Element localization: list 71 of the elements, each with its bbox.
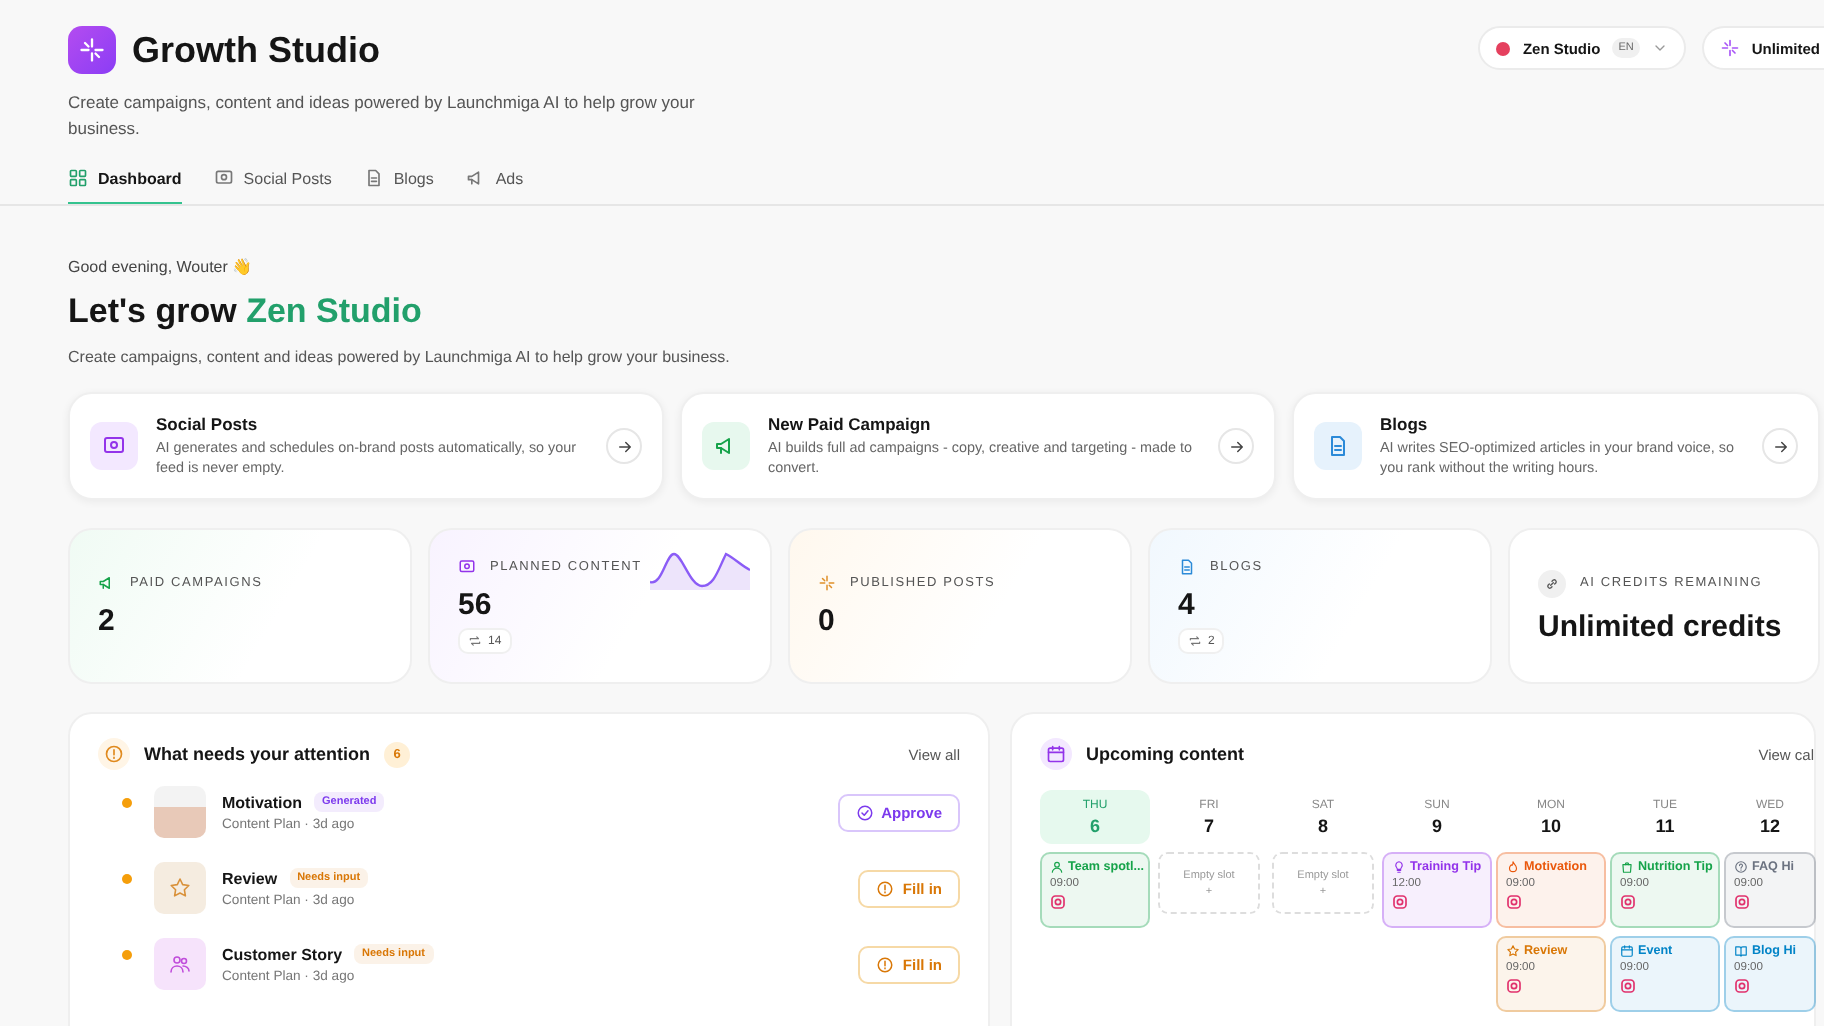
chevron-down-icon — [1651, 40, 1668, 56]
camera-icon — [1050, 894, 1066, 910]
stat-value: 2 — [98, 604, 117, 638]
star-icon — [168, 876, 192, 900]
help-icon — [1734, 860, 1748, 874]
chat-icon — [458, 558, 476, 576]
alert-icon — [876, 879, 895, 897]
page-subtitle: Create campaigns, content and ideas powered by Launchmiga AI to help grow your business. — [68, 348, 732, 366]
camera-icon — [1620, 978, 1636, 994]
camera-icon — [1506, 894, 1522, 910]
arrow-button[interactable] — [606, 428, 642, 464]
camera-icon — [1506, 978, 1522, 994]
timeline-dot — [122, 874, 132, 884]
calendar-icon — [1046, 744, 1066, 764]
person-icon — [1050, 860, 1064, 874]
timeline-dot — [122, 798, 132, 808]
calendar-icon — [1620, 944, 1634, 958]
nav-tab[interactable]: Social Posts — [213, 156, 332, 204]
feature-title: Blogs — [1380, 413, 1430, 433]
item-title: Customer Story — [222, 945, 343, 963]
arrow-icon — [1771, 437, 1789, 455]
repeat-icon — [468, 634, 482, 648]
star-icon — [1506, 944, 1520, 958]
alert-icon — [876, 955, 895, 973]
sparkle-icon — [1719, 38, 1740, 58]
alert-icon — [104, 744, 124, 764]
app-title: Growth Studio — [132, 29, 380, 71]
bulb-icon — [1392, 860, 1406, 874]
stat-value: Unlimited credits — [1538, 609, 1784, 643]
stat-value: 56 — [458, 588, 494, 622]
document-icon — [1178, 558, 1196, 576]
megaphone-icon — [98, 574, 116, 592]
greeting-text: Good evening, Wouter 👋 — [68, 258, 255, 276]
timeline-dot — [122, 950, 132, 960]
chat-icon — [213, 168, 234, 188]
panel-title: Upcoming content — [1086, 744, 1244, 764]
feature-title: New Paid Campaign — [768, 413, 933, 433]
document-icon — [363, 168, 384, 188]
camera-icon — [1620, 894, 1636, 910]
book-icon — [1734, 944, 1748, 958]
flame-icon — [1506, 860, 1520, 874]
check-icon — [855, 803, 874, 821]
feature-title: Social Posts — [156, 413, 260, 433]
camera-icon — [1734, 894, 1750, 910]
document-icon — [1326, 434, 1350, 458]
sparkle-icon — [818, 574, 836, 592]
photo-placeholder — [154, 786, 206, 838]
nav-tab[interactable]: Blogs — [363, 156, 434, 204]
link-icon — [1544, 575, 1560, 591]
item-title: Motivation — [222, 793, 302, 811]
sparkle-icon — [78, 36, 106, 64]
chat-icon — [102, 434, 126, 458]
camera-icon — [1392, 894, 1408, 910]
panel-title: What needs your attention — [144, 744, 371, 764]
stat-value: 0 — [818, 604, 837, 638]
nav-tab[interactable]: Ads — [465, 156, 524, 204]
stat-value: 4 — [1178, 588, 1197, 622]
arrow-icon — [1227, 437, 1245, 455]
app-subtitle: Create campaigns, content and ideas powered by Launchmiga AI to help grow your business. — [68, 90, 697, 142]
nav-tab[interactable]: Dashboard — [68, 156, 182, 204]
grid-icon — [68, 168, 88, 188]
camera-icon — [1734, 978, 1750, 994]
people-icon — [168, 952, 192, 976]
arrow-button[interactable] — [1762, 428, 1798, 464]
arrow-icon — [615, 437, 633, 455]
sparkline-drawing — [650, 550, 750, 590]
item-title: Review — [222, 869, 278, 887]
page-heading: Let's grow Zen Studio — [68, 292, 424, 332]
repeat-icon — [1188, 634, 1202, 648]
arrow-button[interactable] — [1218, 428, 1254, 464]
bag-icon — [1620, 860, 1634, 874]
